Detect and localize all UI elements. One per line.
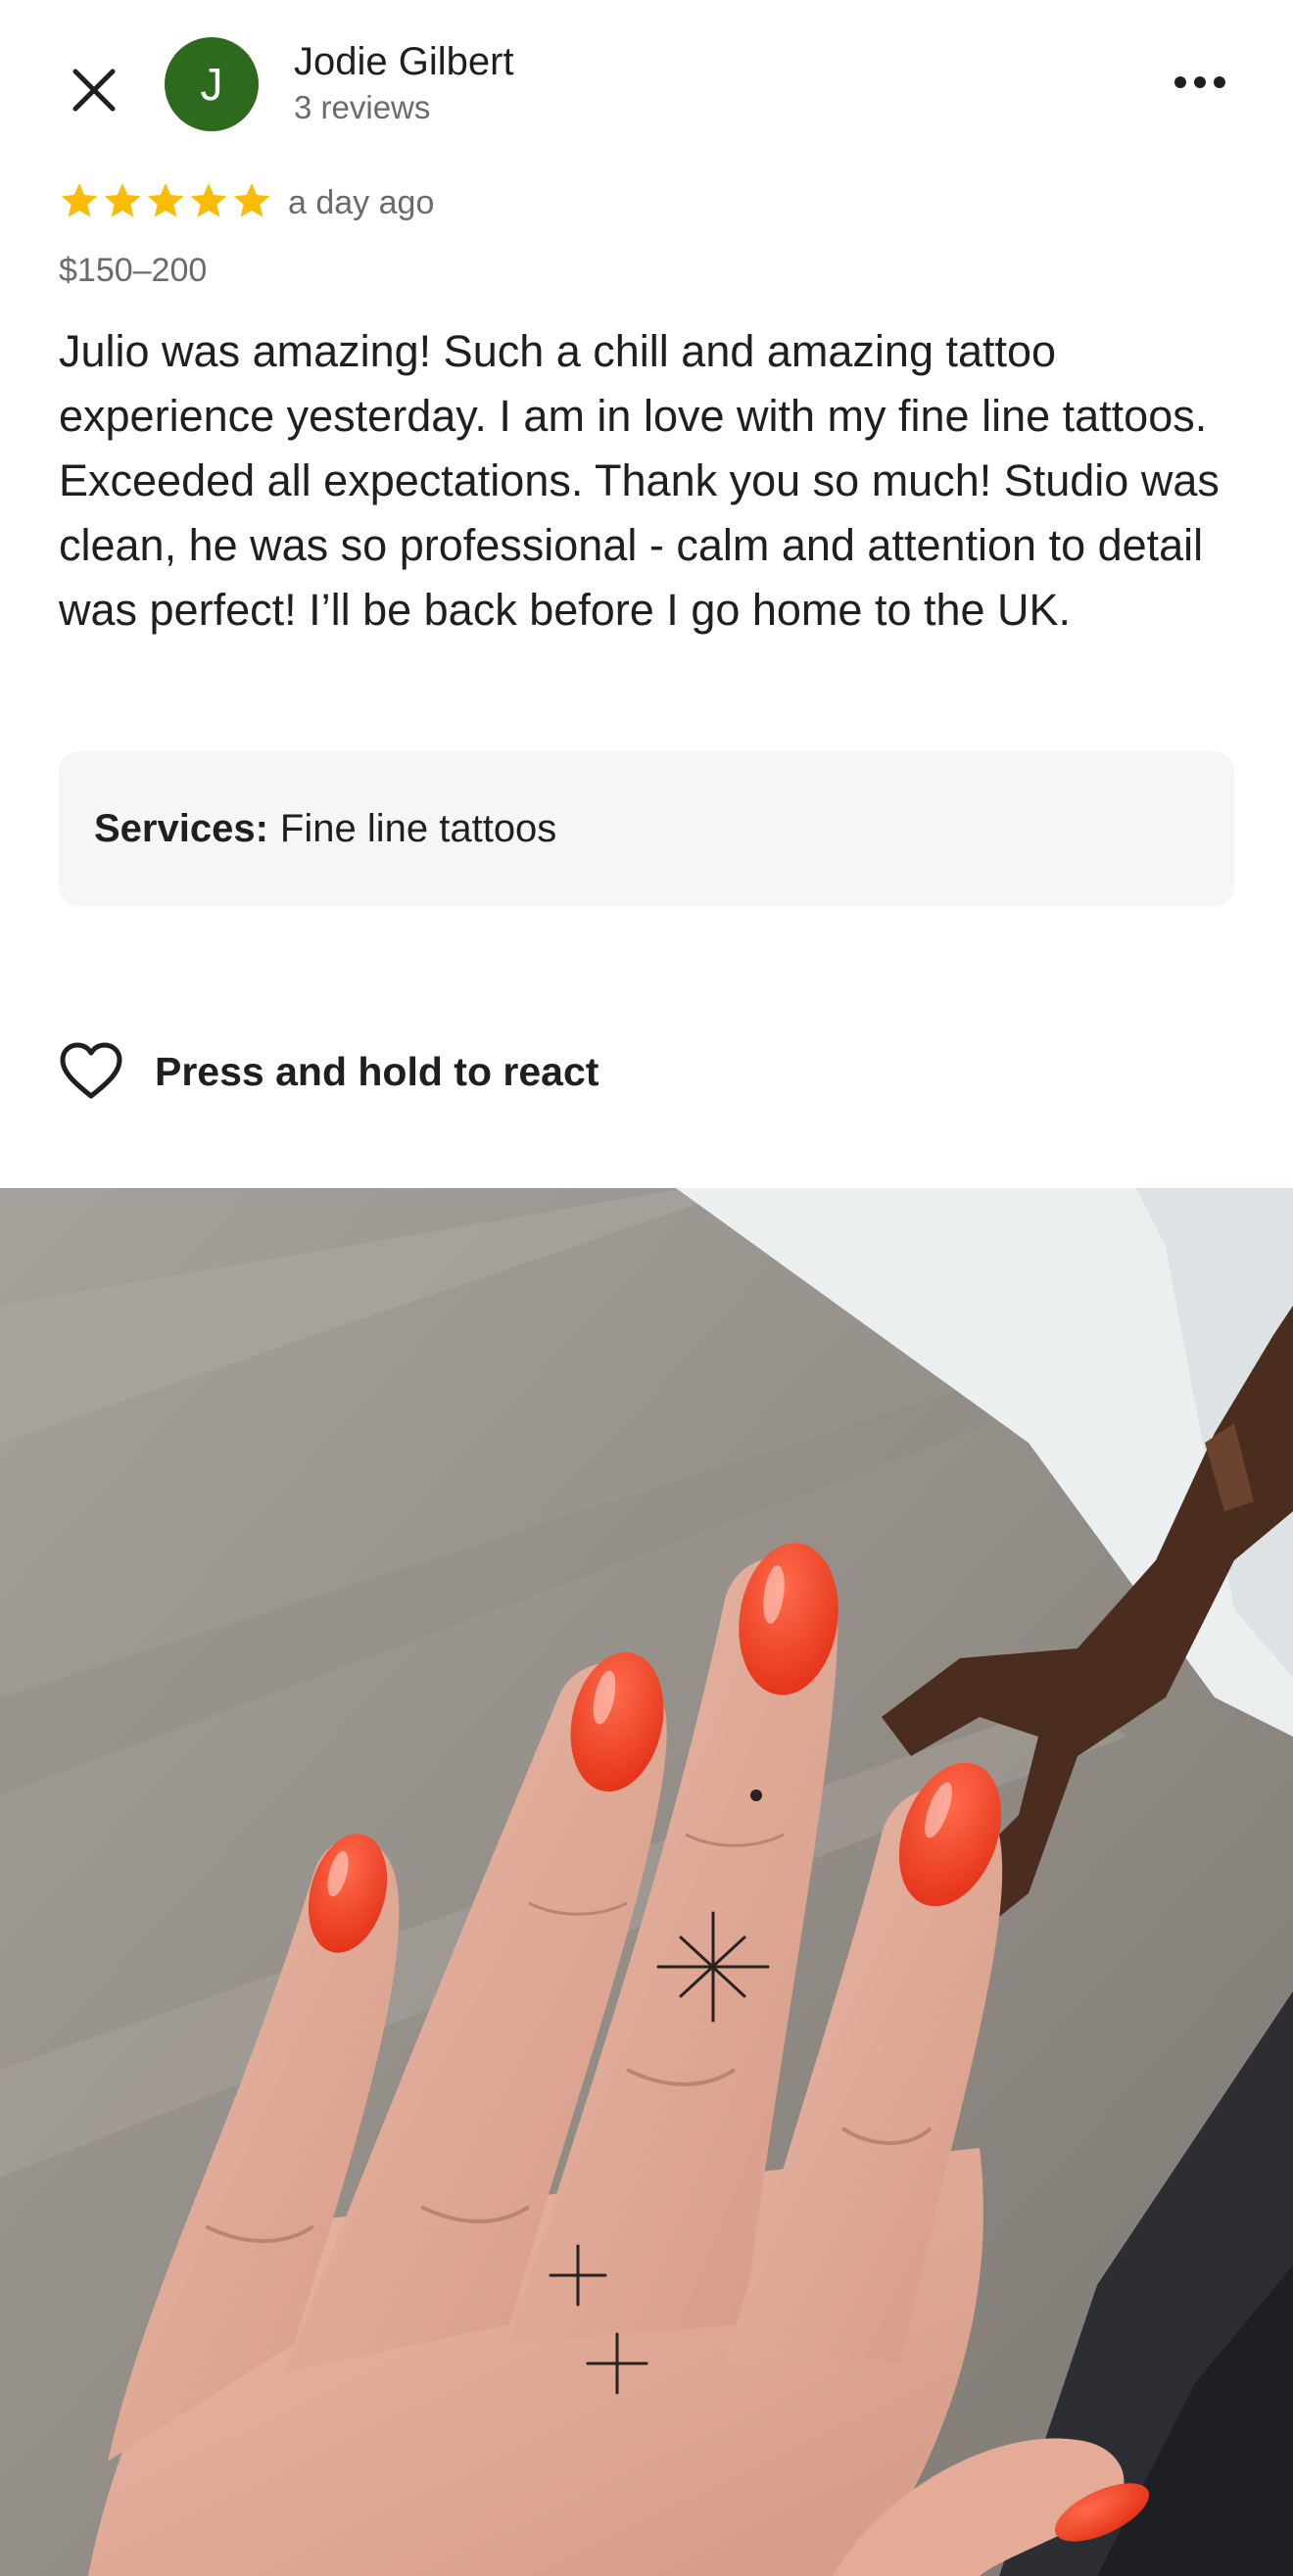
services-label: Services:: [94, 806, 268, 850]
review-detail-page: J Jodie Gilbert 3 reviews a day ago $150…: [0, 0, 1293, 2576]
review-text: Julio was amazing! Such a chill and amaz…: [59, 326, 1220, 635]
more-options-button[interactable]: [1156, 43, 1244, 121]
services-value: Fine line tattoos: [279, 806, 557, 850]
review-photo[interactable]: [0, 1188, 1293, 2576]
star-icon: [190, 183, 227, 217]
star-icon: [104, 183, 141, 217]
react-label: Press and hold to react: [155, 1048, 599, 1094]
react-button[interactable]: Press and hold to react: [59, 1036, 599, 1107]
close-icon: [72, 69, 116, 112]
star-icon: [61, 183, 98, 217]
hand-photo: [0, 1188, 1293, 2576]
price-range: $150–200: [59, 252, 208, 289]
heart-outline-icon: [60, 1042, 122, 1099]
review-header: J Jodie Gilbert 3 reviews: [0, 0, 1293, 167]
star-icon: [147, 183, 184, 217]
more-horizontal-icon: [1174, 76, 1225, 88]
close-button[interactable]: [55, 51, 133, 129]
review-time: a day ago: [288, 184, 435, 221]
avatar[interactable]: J: [165, 37, 259, 131]
reviewer-review-count: 3 reviews: [294, 89, 431, 125]
star-icon: [233, 183, 270, 217]
services-box: Services: Fine line tattoos: [59, 751, 1234, 906]
star-rating: [59, 180, 272, 225]
reviewer-name[interactable]: Jodie Gilbert: [294, 37, 514, 86]
